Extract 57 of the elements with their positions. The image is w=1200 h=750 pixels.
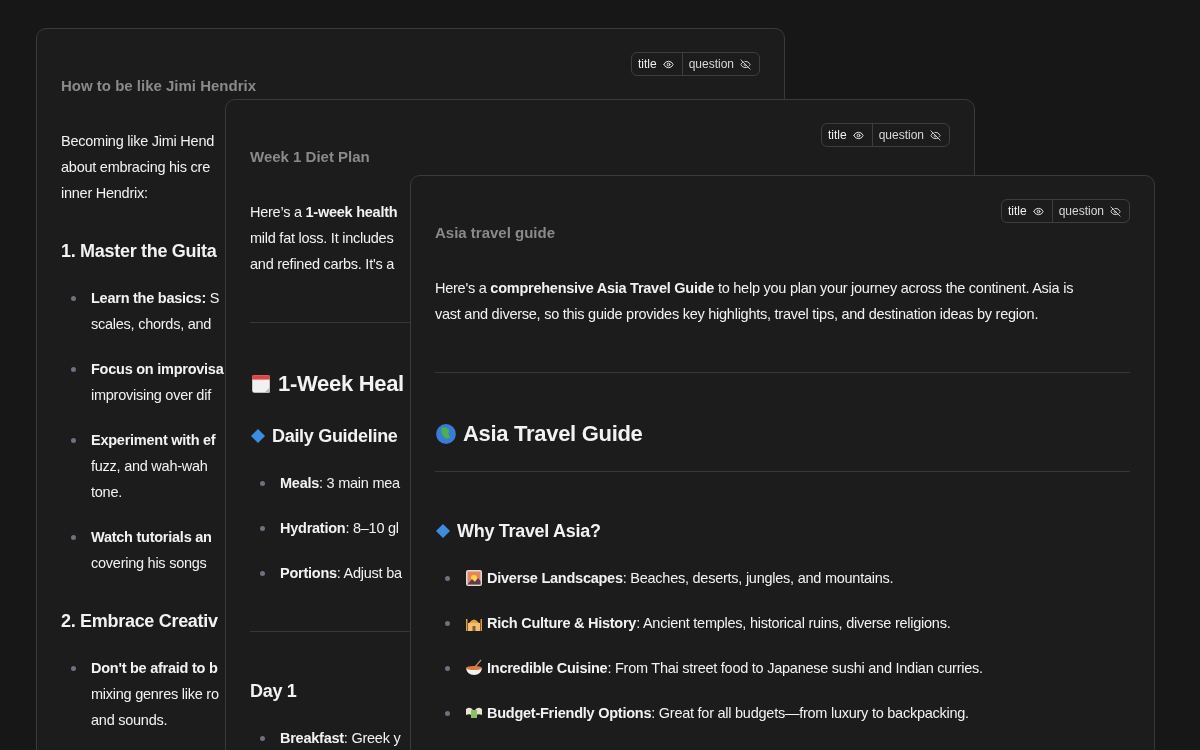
bullet-dot — [445, 711, 450, 716]
list-item-text: Focus on improvisa improvising over dif — [91, 360, 224, 405]
bullet-dot — [260, 571, 265, 576]
eye-icon — [1032, 205, 1044, 217]
subheading: Daily Guideline — [272, 425, 398, 448]
list-item-text: Incredible Cuisine: From Thai street food to Japanese sushi and Indian curries. — [487, 659, 983, 678]
visibility-toggle[interactable]: title — [631, 53, 682, 75]
visibility-toggle[interactable]: question — [871, 124, 949, 146]
bullet-dot — [71, 666, 76, 671]
paragraph: Here’s a 1-week health mild fat loss. It includes and refined carbs. It's a — [250, 203, 398, 274]
visibility-toggle[interactable]: title — [821, 124, 872, 146]
subheading: Day 1 — [250, 680, 297, 703]
card-title: Week 1 Diet Plan — [250, 147, 371, 167]
subheading: 1. Master the Guita — [61, 240, 217, 263]
bullet-dot — [445, 576, 450, 581]
list-item-text: Breakfast: Greek y — [280, 729, 401, 748]
paragraph: Becoming like Jimi Hend about embracing his cre inner Hendrix: — [61, 132, 214, 203]
eye-off-icon — [930, 129, 941, 141]
globe-icon — [435, 423, 457, 445]
list-item-text: Meals: 3 main mea — [280, 474, 400, 493]
subheading: 2. Embrace Creativ — [61, 610, 218, 633]
bullet-dot — [71, 367, 76, 372]
bullet-dot — [445, 621, 450, 626]
eye-off-icon — [740, 58, 751, 70]
list-item-text: Rich Culture & History: Ancient temples, historical ruins, diverse religions. — [487, 614, 951, 633]
list-item-text: Learn the basics: S scales, chords, and — [91, 289, 220, 334]
list-item-text: Budget-Friendly Options: Great for all budgets—from luxury to backpacking. — [487, 704, 969, 723]
heading: 1-Week Heal — [278, 370, 404, 398]
list-item-text: Experiment with ef fuzz, and wah-wah tone. — [91, 431, 216, 502]
visibility-toggle[interactable]: title — [1001, 200, 1052, 222]
visibility-toggle[interactable]: question — [681, 53, 759, 75]
bullet-dot — [260, 526, 265, 531]
bullet-dot — [71, 535, 76, 540]
diamond-icon — [250, 428, 266, 444]
bullet-dot — [445, 666, 450, 671]
bullet-dot — [260, 481, 265, 486]
landscape-icon — [465, 569, 483, 587]
bullet-dot — [71, 296, 76, 301]
list-item-text: Watch tutorials an covering his songs — [91, 528, 212, 573]
paragraph: Here's a comprehensive Asia Travel Guide to help you plan your journey across the continent. Asia is vast and diverse, so this guide provides key highlights, travel tips, and destination ideas by region. — [435, 279, 1074, 324]
eye-icon — [662, 58, 674, 70]
eye-icon — [852, 129, 864, 141]
list-item-text: Portions: Adjust ba — [280, 564, 402, 583]
visibility-toggle[interactable]: question — [1051, 200, 1129, 222]
bowl-icon — [465, 659, 483, 677]
bullet-dot — [71, 438, 76, 443]
calendar-icon — [250, 373, 272, 395]
list-item-text: Hydration: 8–10 gl — [280, 519, 399, 538]
card-title: Asia travel guide — [435, 223, 557, 243]
diamond-icon — [435, 523, 451, 539]
heading: Asia Travel Guide — [463, 420, 643, 448]
bullet-dot — [260, 736, 265, 741]
list-item-text: Diverse Landscapes: Beaches, deserts, jungles, and mountains. — [487, 569, 894, 588]
list-item-text: Don't be afraid to b mixing genres like ro and sounds. — [91, 659, 219, 730]
subheading: Why Travel Asia? — [457, 520, 601, 543]
card-title: How to be like Jimi Hendrix — [61, 76, 258, 96]
eye-off-icon — [1110, 205, 1121, 217]
